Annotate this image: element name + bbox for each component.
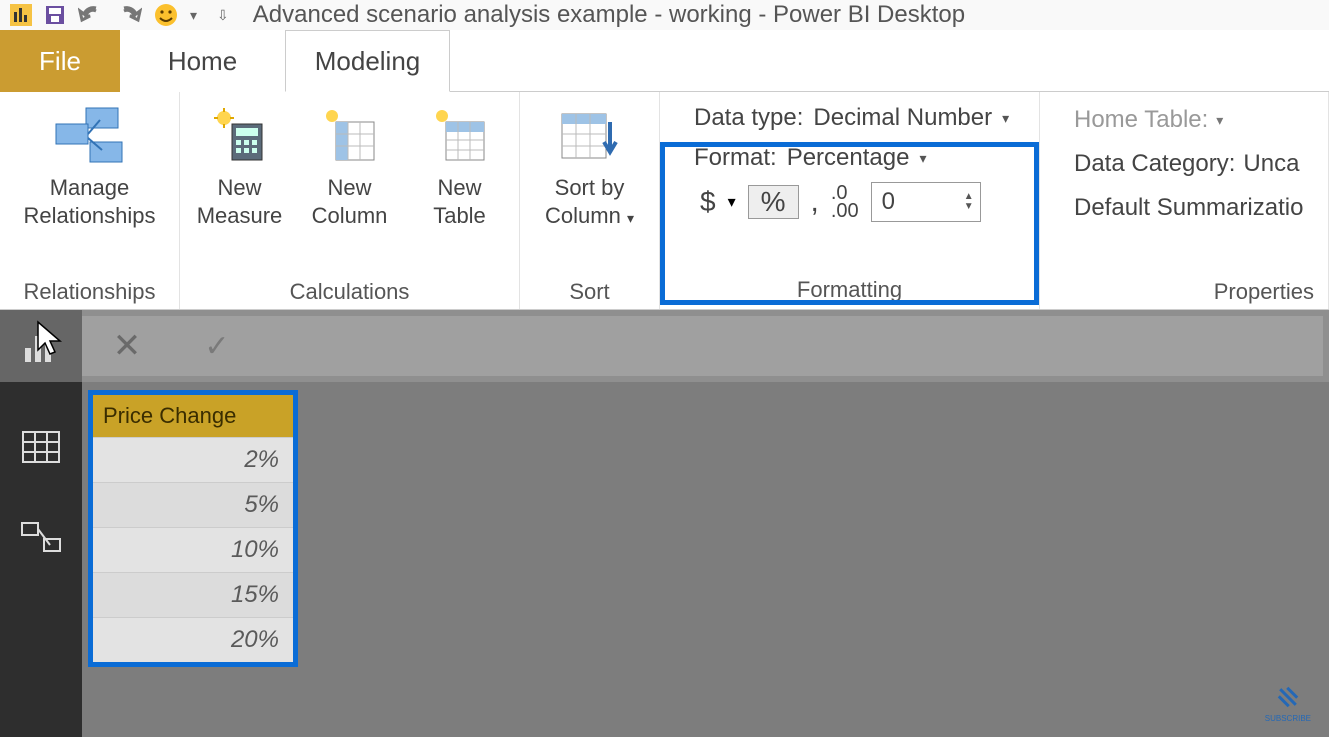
model-view-button[interactable] [0, 492, 82, 582]
new-column-button[interactable]: New Column [300, 98, 400, 229]
chevron-down-icon: ▾ [1216, 112, 1223, 129]
group-properties-label: Properties [1214, 273, 1314, 305]
data-category-label: Data Category: [1074, 150, 1235, 178]
data-view-button[interactable] [0, 402, 82, 492]
table-row[interactable]: 15% [93, 572, 293, 617]
group-sort: Sort by Column ▾ Sort [520, 92, 660, 309]
data-table[interactable]: Price Change 2% 5% 10% 15% 20% [88, 390, 298, 667]
new-measure-icon [212, 98, 268, 174]
chevron-down-icon: ▾ [919, 150, 926, 167]
data-category-dropdown[interactable]: Data Category: Unca [1074, 150, 1299, 178]
view-switcher [0, 382, 82, 737]
formula-bar: ✕ ✓ [0, 310, 1329, 382]
formula-input[interactable] [262, 316, 1323, 376]
data-type-value: Decimal Number [813, 104, 992, 132]
ribbon-tabs: File Home Modeling [0, 30, 1329, 92]
data-category-value: Unca [1243, 150, 1299, 178]
group-formatting-label: Formatting [660, 277, 1039, 303]
group-calculations: New Measure New Column [180, 92, 520, 309]
tab-home[interactable]: Home [120, 30, 285, 92]
window-title: Advanced scenario analysis example - wor… [253, 1, 965, 29]
new-table-label: New Table [433, 174, 486, 229]
data-type-dropdown[interactable]: Data type: Decimal Number ▾ [694, 104, 1009, 132]
redo-icon[interactable] [116, 4, 142, 26]
column-header[interactable]: Price Change [93, 395, 293, 437]
decimal-places-input[interactable] [872, 183, 942, 221]
formula-cancel-button[interactable]: ✕ [82, 316, 172, 376]
check-icon: ✓ [204, 329, 229, 364]
sort-by-column-button[interactable]: Sort by Column ▾ [530, 98, 650, 229]
currency-format-button[interactable]: $ [700, 186, 716, 218]
feedback-smile-icon[interactable] [154, 3, 178, 27]
app-icon [10, 4, 32, 26]
default-summarization-label: Default Summarizatio [1074, 194, 1303, 222]
qat-customize-icon[interactable]: ⇩ [217, 7, 229, 24]
group-properties: Home Table: ▾ Data Category: Unca Defaul… [1040, 92, 1329, 309]
tabs-spacer [450, 30, 1329, 92]
home-table-label: Home Table: [1074, 106, 1208, 134]
percent-format-button[interactable]: % [748, 185, 799, 219]
quick-access-toolbar: ▾ ⇩ Advanced scenario analysis example -… [0, 0, 1329, 30]
home-table-dropdown[interactable]: Home Table: ▾ [1074, 106, 1223, 134]
save-icon[interactable] [44, 4, 66, 26]
new-table-button[interactable]: New Table [410, 98, 510, 229]
close-icon: ✕ [113, 326, 142, 366]
undo-icon[interactable] [78, 4, 104, 26]
formula-commit-button[interactable]: ✓ [172, 316, 262, 376]
table-row[interactable]: 5% [93, 482, 293, 527]
decimal-places-stepper[interactable]: ▲▼ [871, 182, 981, 222]
format-value: Percentage [787, 144, 910, 172]
group-calculations-label: Calculations [290, 273, 410, 305]
sort-by-column-label: Sort by Column ▾ [545, 174, 634, 229]
ribbon: Manage Relationships Relationships New M… [0, 92, 1329, 310]
currency-dropdown-icon[interactable]: ▾ [728, 192, 736, 212]
tab-file[interactable]: File [0, 30, 120, 92]
spinner-arrows-icon[interactable]: ▲▼ [964, 192, 974, 212]
table-row[interactable]: 10% [93, 527, 293, 572]
new-column-label: New Column [312, 174, 388, 229]
manage-relationships-label: Manage Relationships [23, 174, 155, 229]
table-row[interactable]: 2% [93, 437, 293, 482]
subscribe-watermark: SUBSCRIBE [1265, 680, 1311, 723]
format-label: Format: [694, 144, 777, 172]
sort-by-column-icon [558, 98, 622, 174]
new-column-icon [322, 98, 378, 174]
decimal-icon: .0 .00 [831, 184, 859, 220]
report-view-icon[interactable] [21, 326, 61, 366]
data-canvas[interactable]: Price Change 2% 5% 10% 15% 20% [82, 382, 1329, 737]
group-formatting: Data type: Decimal Number ▾ Format: Perc… [660, 92, 1040, 309]
manage-relationships-icon [50, 98, 130, 174]
thousands-separator-button[interactable]: , [811, 185, 819, 219]
group-relationships-label: Relationships [23, 273, 155, 305]
group-sort-label: Sort [569, 273, 609, 305]
manage-relationships-button[interactable]: Manage Relationships [5, 98, 175, 229]
main-area: Price Change 2% 5% 10% 15% 20% [0, 382, 1329, 737]
table-row[interactable]: 20% [93, 617, 293, 662]
feedback-dropdown-icon[interactable]: ▾ [190, 7, 197, 24]
tab-modeling[interactable]: Modeling [285, 30, 450, 92]
new-table-icon [432, 98, 488, 174]
data-type-label: Data type: [694, 104, 803, 132]
format-dropdown[interactable]: Format: Percentage ▾ [694, 144, 926, 172]
default-summarization-dropdown[interactable]: Default Summarizatio [1074, 194, 1303, 222]
chevron-down-icon: ▾ [1002, 110, 1009, 127]
group-relationships: Manage Relationships Relationships [0, 92, 180, 309]
new-measure-button[interactable]: New Measure [190, 98, 290, 229]
new-measure-label: New Measure [197, 174, 283, 229]
